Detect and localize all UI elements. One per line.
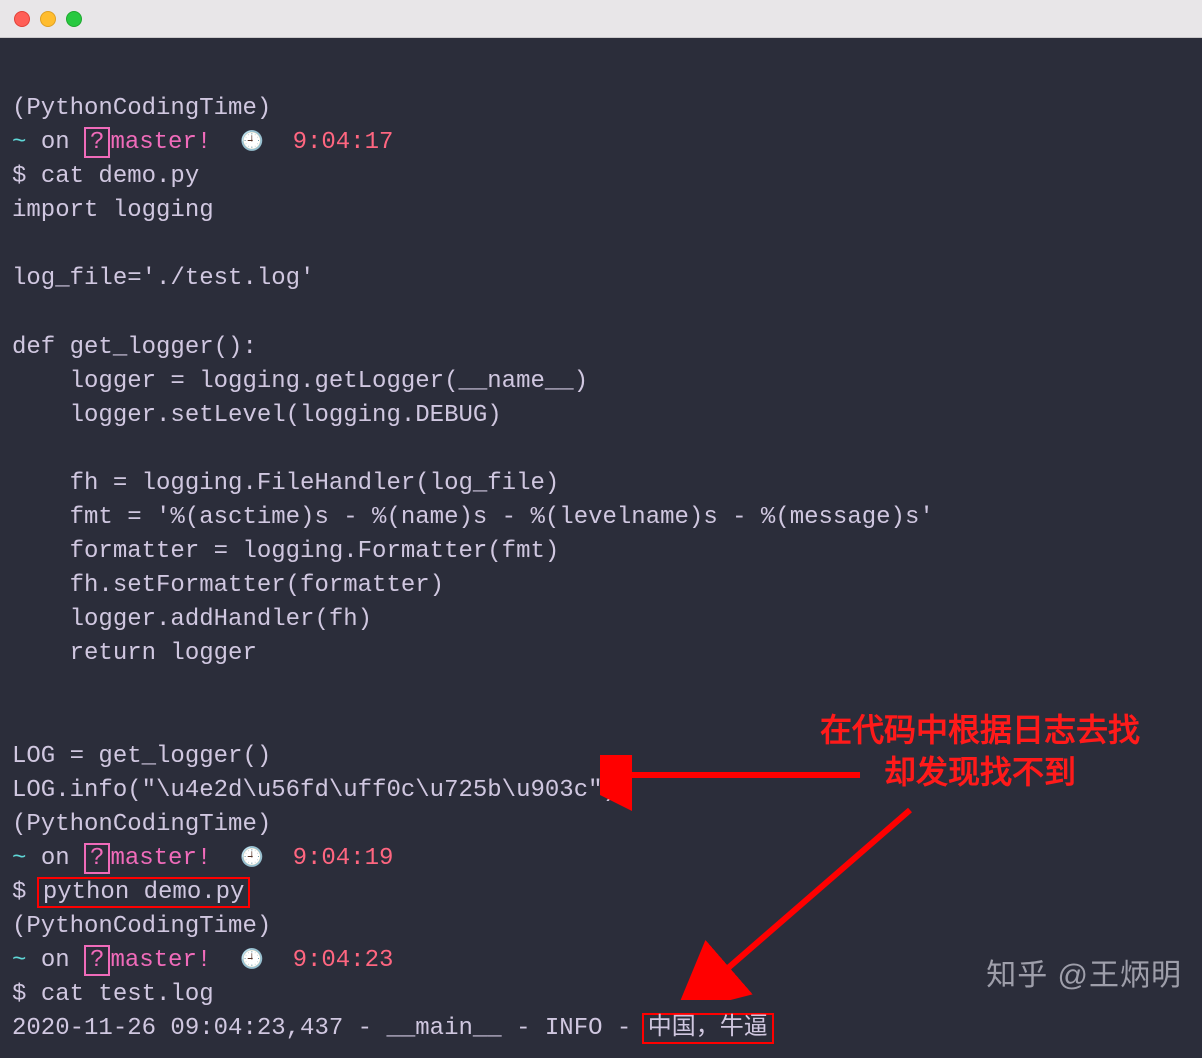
- maximize-button[interactable]: [66, 11, 82, 27]
- cmd-python-demo: python demo.py: [37, 877, 251, 908]
- prompt-context: (PythonCodingTime): [12, 811, 271, 838]
- code-line: fh.setFormatter(formatter): [12, 572, 444, 599]
- prompt-tilde: ~: [12, 845, 26, 872]
- prompt-on: on: [41, 129, 70, 156]
- code-line: fmt = '%(asctime)s - %(name)s - %(leveln…: [12, 504, 934, 531]
- code-line: def get_logger():: [12, 334, 257, 361]
- prompt-dollar: $: [12, 879, 26, 906]
- prompt-dollar: $: [12, 981, 26, 1008]
- code-line: fh = logging.FileHandler(log_file): [12, 470, 559, 497]
- branch-bang: !: [197, 845, 211, 872]
- prompt-time-3: 9:04:23: [293, 947, 394, 974]
- code-line: return logger: [12, 640, 257, 667]
- branch-bang: !: [197, 129, 211, 156]
- clock-icon: 🕘: [240, 847, 264, 869]
- branch-name: master: [110, 947, 196, 974]
- annotation-line2: 却发现找不到: [820, 752, 1140, 794]
- terminal-content[interactable]: (PythonCodingTime)~ on ?master! 🕘 9:04:1…: [0, 38, 1202, 1058]
- prompt-context: (PythonCodingTime): [12, 92, 1190, 126]
- cmd-cat-demo: cat demo.py: [41, 163, 199, 190]
- close-button[interactable]: [14, 11, 30, 27]
- clock-icon: 🕘: [240, 949, 264, 971]
- prompt-context: (PythonCodingTime): [12, 913, 271, 940]
- watermark: 知乎 @王炳明: [986, 950, 1182, 994]
- branch-icon: ?: [84, 843, 110, 874]
- log-prefix: 2020-11-26 09:04:23,437 - __main__ - INF…: [12, 1015, 646, 1042]
- branch-name: master: [110, 129, 196, 156]
- annotation-line1: 在代码中根据日志去找: [820, 710, 1140, 752]
- code-line: import logging: [12, 197, 214, 224]
- annotation-text: 在代码中根据日志去找 却发现找不到: [820, 710, 1140, 793]
- prompt-tilde: ~: [12, 947, 26, 974]
- titlebar: [0, 0, 1202, 38]
- code-line: formatter = logging.Formatter(fmt): [12, 538, 559, 565]
- branch-icon: ?: [84, 127, 110, 158]
- code-line: logger.setLevel(logging.DEBUG): [12, 402, 502, 429]
- branch-bang: !: [197, 947, 211, 974]
- prompt-dollar: $: [12, 163, 26, 190]
- prompt-time-1: 9:04:17: [293, 129, 394, 156]
- log-message: 中国，牛逼: [642, 1013, 774, 1044]
- minimize-button[interactable]: [40, 11, 56, 27]
- branch-name: master: [110, 845, 196, 872]
- clock-icon: 🕘: [240, 131, 264, 153]
- prompt-on: on: [41, 845, 70, 872]
- prompt-time-2: 9:04:19: [293, 845, 394, 872]
- code-line: logger = logging.getLogger(__name__): [12, 368, 588, 395]
- prompt-tilde: ~: [12, 129, 26, 156]
- code-line: log_file='./test.log': [12, 265, 314, 292]
- branch-icon: ?: [84, 945, 110, 976]
- prompt-on: on: [41, 947, 70, 974]
- code-line: logger.addHandler(fh): [12, 606, 372, 633]
- code-line: LOG = get_logger(): [12, 743, 271, 770]
- code-line: LOG.info("\u4e2d\u56fd\uff0c\u725b\u903c…: [12, 777, 617, 804]
- cmd-cat-test: cat test.log: [41, 981, 214, 1008]
